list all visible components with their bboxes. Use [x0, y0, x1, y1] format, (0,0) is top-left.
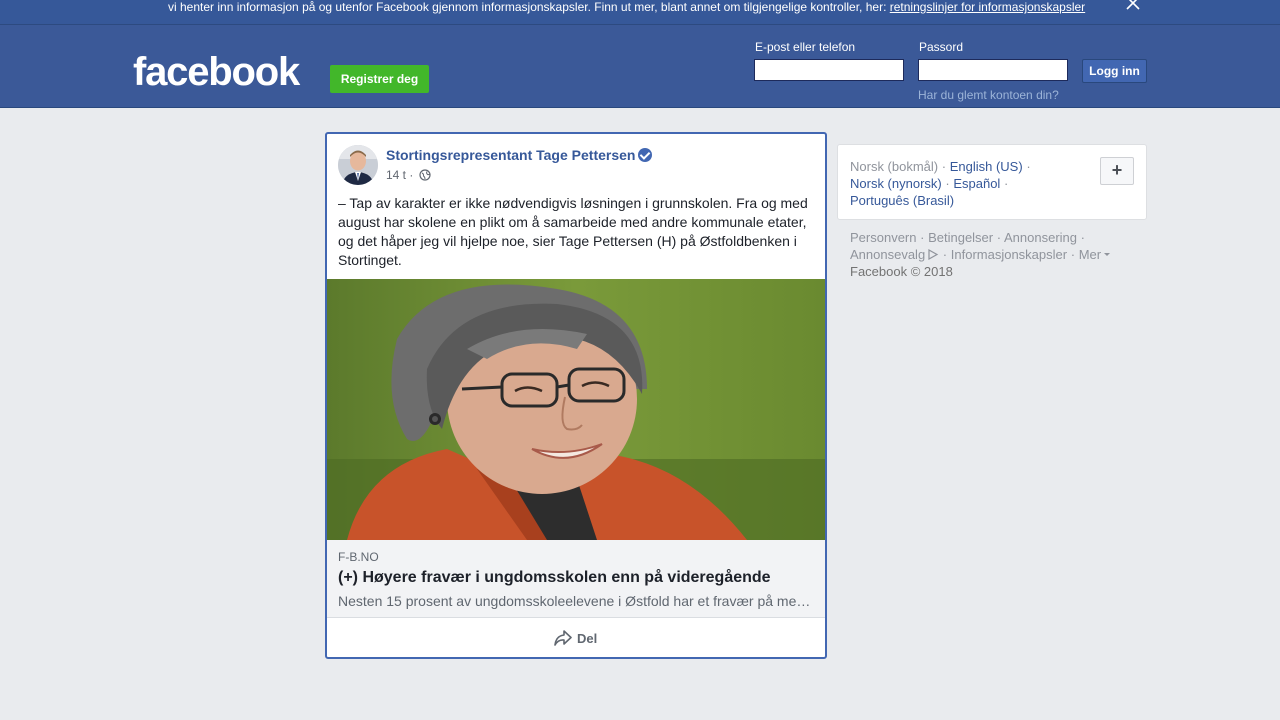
- language-option[interactable]: Norsk (nynorsk): [850, 176, 942, 191]
- forgot-account-link[interactable]: Har du glemt kontoen din?: [918, 88, 1059, 102]
- share-button[interactable]: Del: [553, 629, 597, 647]
- password-label: Passord: [919, 40, 964, 54]
- footer-link-privacy[interactable]: Personvern: [850, 230, 916, 245]
- facebook-logo[interactable]: facebook: [133, 50, 300, 94]
- copyright: Facebook © 2018: [850, 264, 953, 279]
- cookie-banner-text: vi henter inn informasjon på og utenfor …: [168, 0, 1085, 14]
- chevron-down-icon: [1104, 253, 1111, 256]
- email-field[interactable]: [754, 59, 904, 81]
- footer: Personvern · Betingelser · Annonsering ·…: [850, 229, 1130, 280]
- link-description: Nesten 15 prosent av ungdomsskoleelevene…: [338, 593, 814, 609]
- footer-link-ad-choices[interactable]: Annonsevalg: [850, 247, 939, 262]
- language-option[interactable]: English (US): [950, 159, 1023, 174]
- password-field[interactable]: [918, 59, 1068, 81]
- post-author[interactable]: Stortingsrepresentant Tage Pettersen: [386, 147, 653, 163]
- footer-link-ad-choices-label[interactable]: Annonsevalg: [850, 247, 925, 262]
- footer-link-advertising[interactable]: Annonsering: [1004, 230, 1077, 245]
- share-icon: [554, 630, 572, 646]
- link-domain: F-B.NO: [338, 550, 379, 564]
- ad-choices-icon: [928, 248, 939, 261]
- more-languages-button[interactable]: +: [1100, 157, 1134, 185]
- post-author-name[interactable]: Stortingsrepresentant Tage Pettersen: [386, 147, 635, 163]
- cookie-banner: vi henter inn informasjon på og utenfor …: [0, 0, 1280, 25]
- language-current: Norsk (bokmål): [850, 159, 939, 174]
- post-time[interactable]: 14 t: [386, 168, 406, 182]
- article-photo: [327, 279, 825, 540]
- footer-link-cookies[interactable]: Informasjonskapsler: [951, 247, 1067, 262]
- link-title[interactable]: (+) Høyere fravær i ungdomsskolen enn på…: [338, 569, 771, 587]
- language-option[interactable]: Português (Brasil): [850, 193, 954, 208]
- cookie-text: vi henter inn informasjon på og utenfor …: [168, 0, 890, 14]
- language-selector: Norsk (bokmål) · English (US) · Norsk (n…: [837, 144, 1147, 220]
- email-label: E-post eller telefon: [755, 40, 856, 54]
- footer-link-more-label[interactable]: Mer: [1079, 247, 1101, 262]
- verified-badge-icon: [638, 148, 653, 162]
- link-preview-image[interactable]: [327, 279, 825, 540]
- register-button[interactable]: Registrer deg: [330, 65, 429, 93]
- avatar-image: [338, 145, 378, 185]
- close-icon[interactable]: [1124, 0, 1142, 12]
- cookie-policy-link[interactable]: retningslinjer for informasjonskapsler: [890, 0, 1085, 14]
- top-header: vi henter inn informasjon på og utenfor …: [0, 0, 1280, 108]
- login-button[interactable]: Logg inn: [1082, 59, 1147, 83]
- footer-link-more[interactable]: Mer: [1079, 247, 1111, 262]
- post-text: – Tap av karakter er ikke nødvendigvis l…: [338, 195, 808, 268]
- language-option[interactable]: Español: [953, 176, 1000, 191]
- link-preview-info[interactable]: F-B.NO (+) Høyere fravær i ungdomsskolen…: [327, 540, 825, 618]
- post-actions: Del: [327, 618, 825, 657]
- avatar[interactable]: [338, 145, 378, 185]
- footer-link-terms[interactable]: Betingelser: [928, 230, 993, 245]
- share-label: Del: [577, 631, 598, 646]
- globe-icon[interactable]: [419, 169, 431, 181]
- post-card: Stortingsrepresentant Tage Pettersen 14 …: [325, 132, 827, 659]
- post-meta: 14 t ·: [386, 168, 431, 182]
- language-list: Norsk (bokmål) · English (US) · Norsk (n…: [850, 159, 1031, 208]
